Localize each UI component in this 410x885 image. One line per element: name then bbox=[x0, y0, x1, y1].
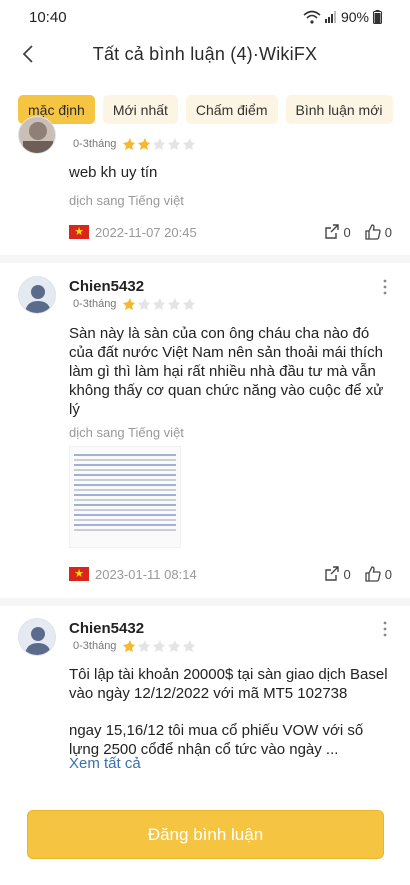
comment-image[interactable] bbox=[69, 446, 181, 548]
post-comment-button[interactable]: Đăng bình luận bbox=[27, 810, 384, 859]
star-filled-icon bbox=[138, 138, 151, 150]
star-filled-icon bbox=[123, 298, 136, 310]
vietnam-flag-icon: ★ bbox=[69, 225, 89, 239]
username[interactable]: Chien5432 bbox=[69, 620, 144, 637]
comment-date: 2023-01-11 08:14 bbox=[95, 566, 197, 582]
share-button[interactable]: 0 bbox=[324, 566, 351, 582]
section-divider bbox=[0, 598, 410, 606]
username[interactable]: Chien5432 bbox=[69, 278, 144, 295]
comment-date: 2022-11-07 20:45 bbox=[95, 224, 197, 240]
tab-new-comments[interactable]: Bình luận mới bbox=[285, 95, 393, 124]
comment-text: web kh uy tín bbox=[69, 164, 158, 181]
battery-icon bbox=[373, 10, 382, 24]
comment-footer: ★ 2023-01-11 08:14 0 0 bbox=[69, 566, 392, 582]
star-empty-icon bbox=[168, 640, 181, 652]
share-icon bbox=[324, 566, 339, 581]
share-count: 0 bbox=[343, 566, 351, 582]
more-options-icon[interactable] bbox=[382, 621, 388, 637]
share-count: 0 bbox=[343, 224, 351, 240]
chevron-left-icon bbox=[22, 45, 33, 63]
back-button[interactable] bbox=[14, 40, 42, 68]
star-filled-icon bbox=[123, 640, 136, 652]
star-empty-icon bbox=[138, 298, 151, 310]
star-empty-icon bbox=[138, 640, 151, 652]
read-more-link[interactable]: Xem tất cả bbox=[69, 755, 141, 772]
status-time: 10:40 bbox=[29, 8, 67, 26]
share-icon bbox=[324, 224, 339, 239]
star-empty-icon bbox=[183, 138, 196, 150]
translate-link[interactable]: dịch sang Tiếng việt bbox=[69, 193, 184, 208]
status-bar: 10:40 90% bbox=[0, 0, 410, 34]
star-empty-icon bbox=[183, 298, 196, 310]
comment-text-continued: ngay 15,16/12 tôi mua cổ phiếu VOW với s… bbox=[69, 722, 364, 758]
like-button[interactable]: 0 bbox=[365, 566, 392, 582]
comment-meta: 0-3tháng bbox=[73, 137, 196, 151]
star-empty-icon bbox=[183, 640, 196, 652]
duration-label: 0-3tháng bbox=[73, 138, 117, 150]
translate-link[interactable]: dịch sang Tiếng việt bbox=[69, 425, 184, 440]
thumbs-up-icon bbox=[365, 566, 381, 582]
rating-stars bbox=[122, 639, 196, 653]
more-options-icon[interactable] bbox=[382, 279, 388, 295]
page-title: Tất cả bình luận (4)·WikiFX bbox=[92, 43, 318, 64]
comment-text: Sàn này là sàn của con ông cháu cha nào … bbox=[69, 325, 384, 418]
comment-meta: 0-3tháng bbox=[73, 639, 196, 653]
star-empty-icon bbox=[168, 298, 181, 310]
star-empty-icon bbox=[153, 298, 166, 310]
status-icons: 90% bbox=[303, 9, 382, 25]
avatar[interactable] bbox=[18, 116, 56, 154]
like-count: 0 bbox=[384, 566, 392, 582]
star-filled-icon bbox=[123, 138, 136, 150]
signal-icon bbox=[324, 11, 336, 23]
rating-stars bbox=[122, 137, 196, 151]
star-empty-icon bbox=[168, 138, 181, 150]
star-empty-icon bbox=[153, 640, 166, 652]
avatar[interactable] bbox=[18, 276, 56, 314]
app-header: Tất cả bình luận (4)·WikiFX bbox=[0, 34, 410, 74]
duration-label: 0-3tháng bbox=[73, 298, 117, 310]
tab-rating[interactable]: Chấm điểm bbox=[185, 95, 278, 124]
like-count: 0 bbox=[384, 224, 392, 240]
wifi-icon bbox=[303, 10, 321, 24]
comment-footer: ★ 2022-11-07 20:45 0 0 bbox=[69, 224, 392, 240]
star-empty-icon bbox=[153, 138, 166, 150]
share-button[interactable]: 0 bbox=[324, 224, 351, 240]
filter-tabs: mặc định Mới nhất Chấm điểm Bình luận mớ… bbox=[18, 95, 393, 124]
tab-newest[interactable]: Mới nhất bbox=[102, 95, 178, 124]
duration-label: 0-3tháng bbox=[73, 640, 117, 652]
vietnam-flag-icon: ★ bbox=[69, 567, 89, 581]
thumbs-up-icon bbox=[365, 224, 381, 240]
battery-level: 90% bbox=[340, 9, 369, 25]
comment-text: Tôi lập tài khoản 20000$ tại sàn giao dị… bbox=[69, 666, 388, 702]
section-divider bbox=[0, 255, 410, 263]
rating-stars bbox=[122, 297, 196, 311]
comment-meta: 0-3tháng bbox=[73, 297, 196, 311]
avatar[interactable] bbox=[18, 618, 56, 656]
like-button[interactable]: 0 bbox=[365, 224, 392, 240]
